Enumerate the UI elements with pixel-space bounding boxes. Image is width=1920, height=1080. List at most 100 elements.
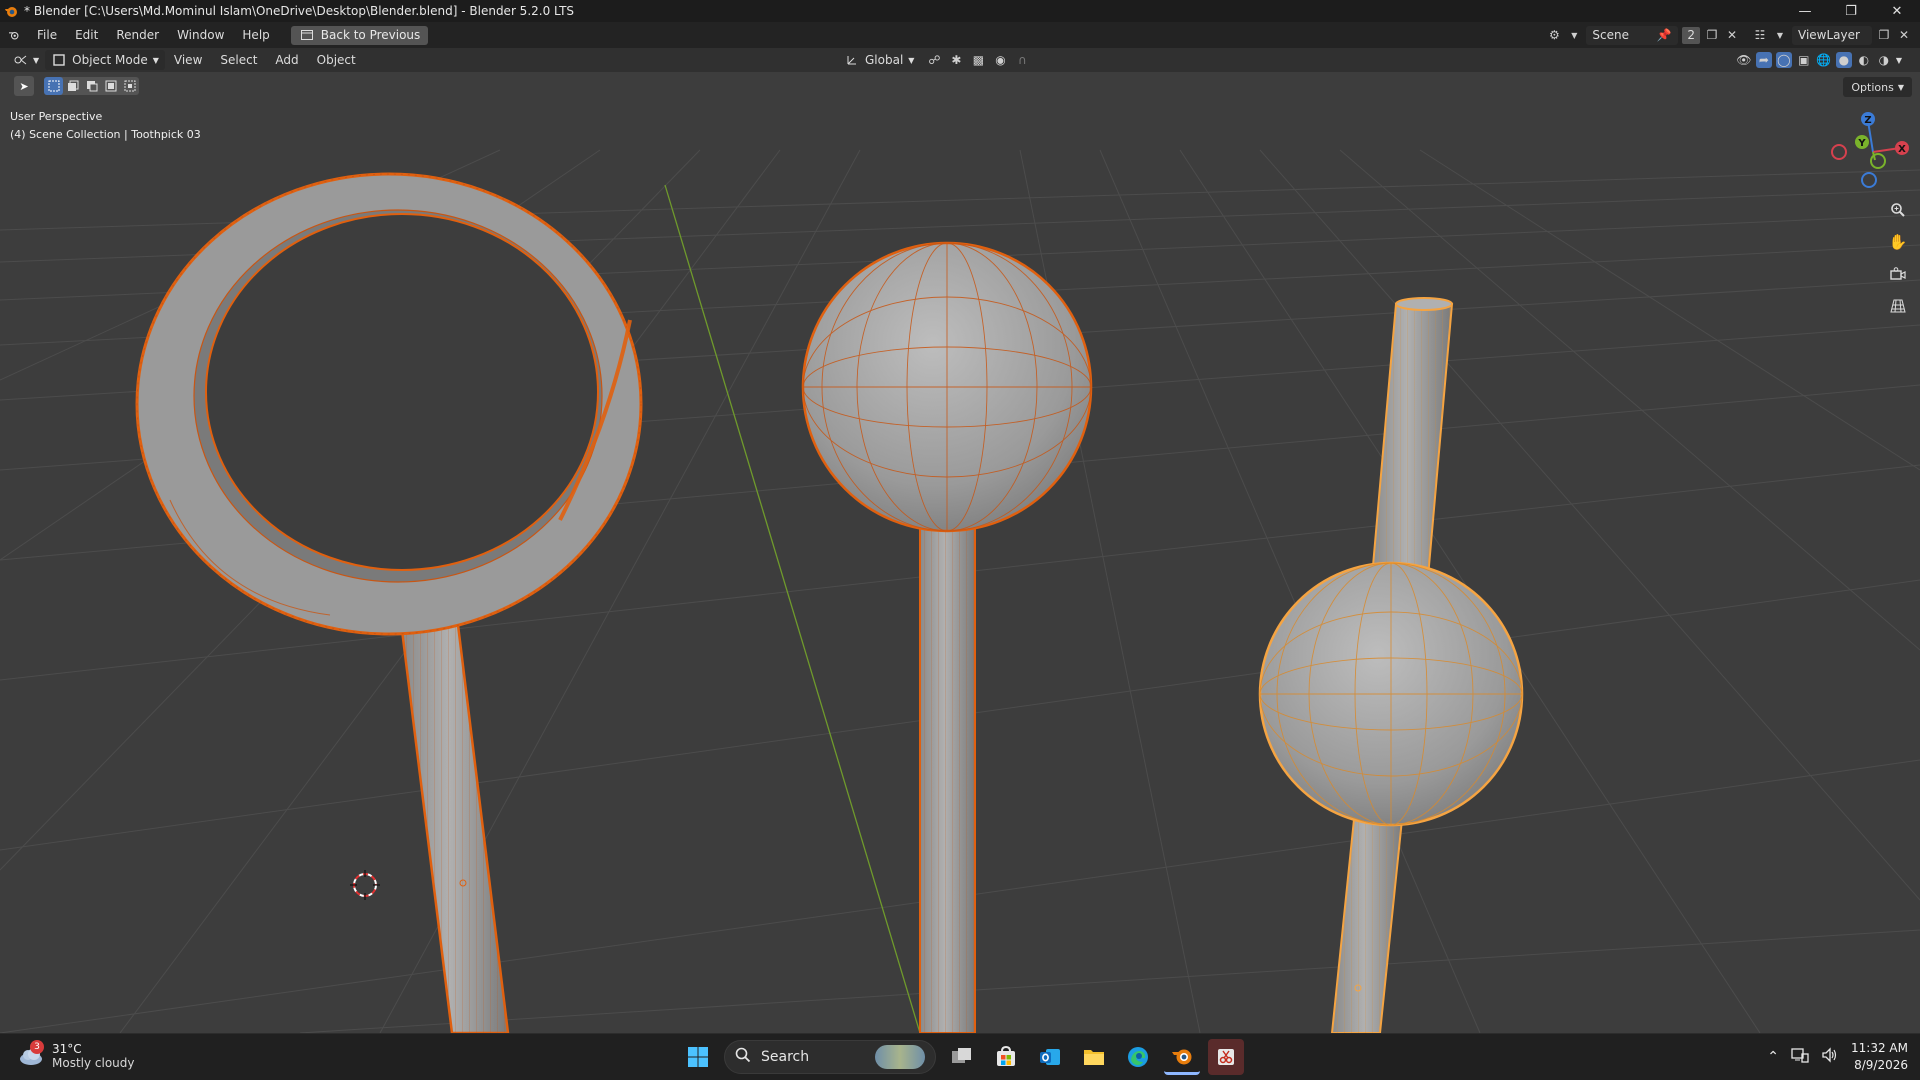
close-icon[interactable]: ✕	[1874, 0, 1920, 22]
blender-window: * Blender [C:\Users\Md.Mominul Islam\One…	[0, 0, 1920, 1080]
menu-window[interactable]: Window	[168, 28, 233, 42]
snipping-tool-icon[interactable]	[1208, 1039, 1244, 1075]
edge-browser-icon[interactable]	[1120, 1039, 1156, 1075]
chevron-up-icon[interactable]: ⌃	[1767, 1049, 1779, 1065]
viewlayer-field[interactable]: ViewLayer	[1792, 25, 1872, 45]
task-view-icon[interactable]	[944, 1039, 980, 1075]
select-new-icon[interactable]	[44, 77, 63, 95]
system-tray: ⌃ 11:32 AM 8/9/2026	[1767, 1039, 1908, 1075]
clock-date: 8/9/2026	[1854, 1058, 1908, 1072]
clock-time: 11:32 AM	[1851, 1041, 1908, 1055]
visibility-icon[interactable]: 👁	[1736, 52, 1752, 68]
header-menu-view[interactable]: View	[165, 53, 211, 67]
gizmo-toggle-icon[interactable]: ➦	[1755, 52, 1772, 68]
chevron-down-icon: ▼	[33, 55, 40, 65]
select-intersect-icon[interactable]	[120, 77, 139, 95]
select-subtract-icon[interactable]	[82, 77, 101, 95]
delete-viewlayer-icon[interactable]: ✕	[1896, 27, 1912, 43]
weather-description: Mostly cloudy	[52, 1056, 135, 1070]
scene-field[interactable]: Scene 📌	[1586, 25, 1679, 45]
network-icon[interactable]	[1791, 1047, 1809, 1067]
chevron-down-icon[interactable]: ▼	[1896, 56, 1902, 65]
search-highlight-image	[875, 1045, 925, 1069]
viewlayer-icon[interactable]: ☷	[1752, 27, 1768, 43]
windows-start-icon[interactable]	[680, 1039, 716, 1075]
menu-edit[interactable]: Edit	[66, 28, 107, 42]
solid-shading-icon[interactable]: ●	[1835, 52, 1852, 68]
header-menu-object[interactable]: Object	[308, 53, 365, 67]
file-explorer-icon[interactable]	[1076, 1039, 1112, 1075]
transform-orientation-label: Global	[865, 53, 904, 67]
duplicate-scene-icon[interactable]: ❐	[1704, 27, 1720, 43]
zoom-icon[interactable]	[1886, 198, 1910, 222]
title-bar: * Blender [C:\Users\Md.Mominul Islam\One…	[0, 0, 1920, 22]
duplicate-viewlayer-icon[interactable]: ❐	[1876, 27, 1892, 43]
restore-icon[interactable]: ❐	[1828, 0, 1874, 22]
blender-logo-icon	[0, 0, 22, 22]
header-menu-add[interactable]: Add	[266, 53, 307, 67]
transform-orientation-dropdown[interactable]: Global ▼	[838, 50, 920, 70]
select-invert-icon[interactable]	[101, 77, 120, 95]
select-tool-button[interactable]: ➤	[14, 76, 34, 96]
chevron-down-icon: ▼	[908, 55, 915, 65]
top-bar: File Edit Render Window Help Back to Pre…	[0, 22, 1920, 48]
weather-widget[interactable]: 3 31°C Mostly cloudy	[18, 1040, 135, 1070]
select-extend-icon[interactable]	[63, 77, 82, 95]
chevron-down-icon: ▼	[1897, 82, 1904, 92]
chevron-down-icon[interactable]: ▼	[1566, 27, 1582, 43]
menu-help[interactable]: Help	[233, 28, 278, 42]
mode-dropdown[interactable]: Object Mode ▼	[45, 50, 165, 70]
viewlayer-name: ViewLayer	[1798, 28, 1860, 42]
back-to-previous-label: Back to Previous	[320, 28, 421, 42]
xray-icon[interactable]: ▣	[1796, 52, 1812, 68]
gizmo-x-label: X	[1898, 144, 1906, 155]
snap-icon[interactable]: ✱	[948, 52, 964, 68]
proportional-edit-icon[interactable]: ◉	[992, 52, 1008, 68]
window-title: * Blender [C:\Users\Md.Mominul Islam\One…	[24, 4, 575, 18]
chevron-down-icon: ▼	[152, 55, 159, 65]
scene-users-count[interactable]: 2	[1682, 26, 1700, 44]
perspective-toggle-icon[interactable]	[1886, 294, 1910, 318]
menu-render[interactable]: Render	[107, 28, 168, 42]
blender-taskbar-icon[interactable]	[1164, 1039, 1200, 1075]
material-shading-icon[interactable]: ◐	[1856, 52, 1872, 68]
outlook-icon[interactable]	[1032, 1039, 1068, 1075]
options-label: Options	[1851, 80, 1894, 94]
scene-name: Scene	[1592, 28, 1629, 42]
search-icon	[735, 1047, 751, 1067]
snap-target-icon[interactable]: ▩	[970, 52, 986, 68]
chevron-down-icon[interactable]: ▼	[1772, 27, 1788, 43]
scene-icon[interactable]: ⚙	[1546, 27, 1562, 43]
taskbar-search-box[interactable]: Search	[724, 1040, 936, 1074]
wireframe-shading-icon[interactable]: 🌐	[1816, 52, 1832, 68]
3d-viewport[interactable]: Z X Y	[0, 72, 1920, 1033]
pin-icon[interactable]: 📌	[1656, 27, 1672, 43]
pivot-point-icon[interactable]: ☍	[926, 52, 942, 68]
viewport-shading-controls: 👁 ➦ ◯ ▣ 🌐 ● ◐ ◑ ▼	[1736, 48, 1902, 72]
mode-label: Object Mode	[72, 53, 148, 67]
taskbar-clock[interactable]: 11:32 AM 8/9/2026	[1851, 1040, 1908, 1074]
pan-hand-icon[interactable]: ✋	[1886, 230, 1910, 254]
falloff-icon[interactable]: ∩	[1014, 52, 1030, 68]
transform-controls: Global ▼ ☍ ✱ ▩ ◉ ∩	[838, 48, 1030, 72]
windows-taskbar: 3 31°C Mostly cloudy Search ⌃ 11:32 AM 8…	[0, 1033, 1920, 1080]
overlays-icon[interactable]: ◯	[1775, 52, 1792, 68]
editor-type-dropdown[interactable]: ▼	[6, 50, 45, 70]
options-dropdown[interactable]: Options ▼	[1843, 77, 1912, 97]
blender-menu-icon[interactable]	[0, 29, 28, 41]
microsoft-store-icon[interactable]	[988, 1039, 1024, 1075]
volume-icon[interactable]	[1821, 1047, 1839, 1067]
minimize-icon[interactable]: —	[1782, 0, 1828, 22]
viewport-nav-tools: ✋	[1886, 198, 1910, 318]
object-mode-icon	[51, 52, 67, 68]
header-menu-select[interactable]: Select	[211, 53, 266, 67]
menu-file[interactable]: File	[28, 28, 66, 42]
topbar-right: ⚙ ▼ Scene 📌 2 ❐ ✕ ☷ ▼ ViewLayer ❐ ✕	[1546, 22, 1920, 48]
tool-header: ➤ Options ▼	[0, 72, 1920, 100]
gizmo-y-label: Y	[1857, 138, 1866, 149]
back-to-previous-button[interactable]: Back to Previous	[290, 25, 429, 45]
screen-icon	[299, 27, 315, 43]
camera-view-icon[interactable]	[1886, 262, 1910, 286]
rendered-shading-icon[interactable]: ◑	[1876, 52, 1892, 68]
delete-scene-icon[interactable]: ✕	[1724, 27, 1740, 43]
